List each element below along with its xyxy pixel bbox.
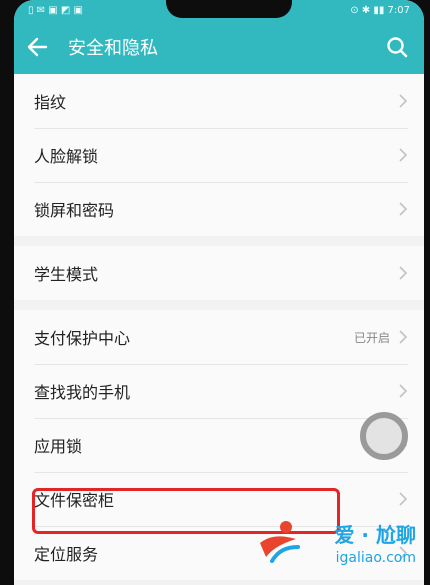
setting-find-my-phone[interactable]: 查找我的手机 xyxy=(14,364,424,418)
status-left-icons: ▯ ✉ ▣ ◩ ▣ xyxy=(28,4,83,16)
setting-label: 定位服务 xyxy=(34,545,99,564)
back-button[interactable] xyxy=(14,20,60,74)
chevron-right-icon xyxy=(399,202,408,216)
search-icon xyxy=(387,37,408,58)
status-text: 已开启 xyxy=(353,330,390,345)
setting-lock-screen-password[interactable]: 锁屏和密码 xyxy=(14,182,424,236)
setting-label: 应用锁 xyxy=(34,437,83,456)
setting-label: 查找我的手机 xyxy=(34,383,131,402)
chevron-right-icon xyxy=(399,384,408,398)
app-bar: 安全和隐私 xyxy=(14,20,424,74)
setting-payment-protection[interactable]: 支付保护中心 已开启 xyxy=(14,310,424,364)
chevron-right-icon xyxy=(399,492,408,506)
chevron-right-icon xyxy=(399,148,408,162)
watermark-logo-icon xyxy=(260,521,300,563)
setting-label: 人脸解锁 xyxy=(34,147,99,166)
page-title: 安全和隐私 xyxy=(68,38,158,59)
setting-fingerprint[interactable]: 指纹 xyxy=(14,74,424,128)
setting-student-mode[interactable]: 学生模式 xyxy=(14,246,424,300)
settings-group-2: 学生模式 xyxy=(14,246,424,300)
setting-label: 锁屏和密码 xyxy=(34,201,115,220)
setting-face-unlock[interactable]: 人脸解锁 xyxy=(14,128,424,182)
watermark: 爱 · 尬聊 igaliao.com xyxy=(256,517,416,579)
chevron-right-icon xyxy=(399,266,408,280)
setting-label: 学生模式 xyxy=(34,265,99,284)
settings-group-1: 指纹 人脸解锁 锁屏和密码 xyxy=(14,74,424,236)
search-button[interactable] xyxy=(382,32,412,62)
chevron-right-icon xyxy=(399,94,408,108)
setting-label: 支付保护中心 xyxy=(34,329,131,348)
watermark-title: 爱 · 尬聊 xyxy=(334,523,416,547)
back-arrow-icon xyxy=(27,37,48,57)
setting-label: 指纹 xyxy=(34,93,67,112)
status-right-icons: ⊙ ✱ ▮▮ 7:07 xyxy=(350,4,410,16)
phone-screen: ▯ ✉ ▣ ◩ ▣ ⊙ ✱ ▮▮ 7:07 安全和隐私 指纹 人脸解锁 锁屏和密… xyxy=(14,0,424,585)
floating-assistive-button[interactable] xyxy=(360,412,408,460)
chevron-right-icon xyxy=(399,330,408,344)
watermark-subtitle: igaliao.com xyxy=(335,550,416,566)
camera-notch xyxy=(166,0,292,18)
